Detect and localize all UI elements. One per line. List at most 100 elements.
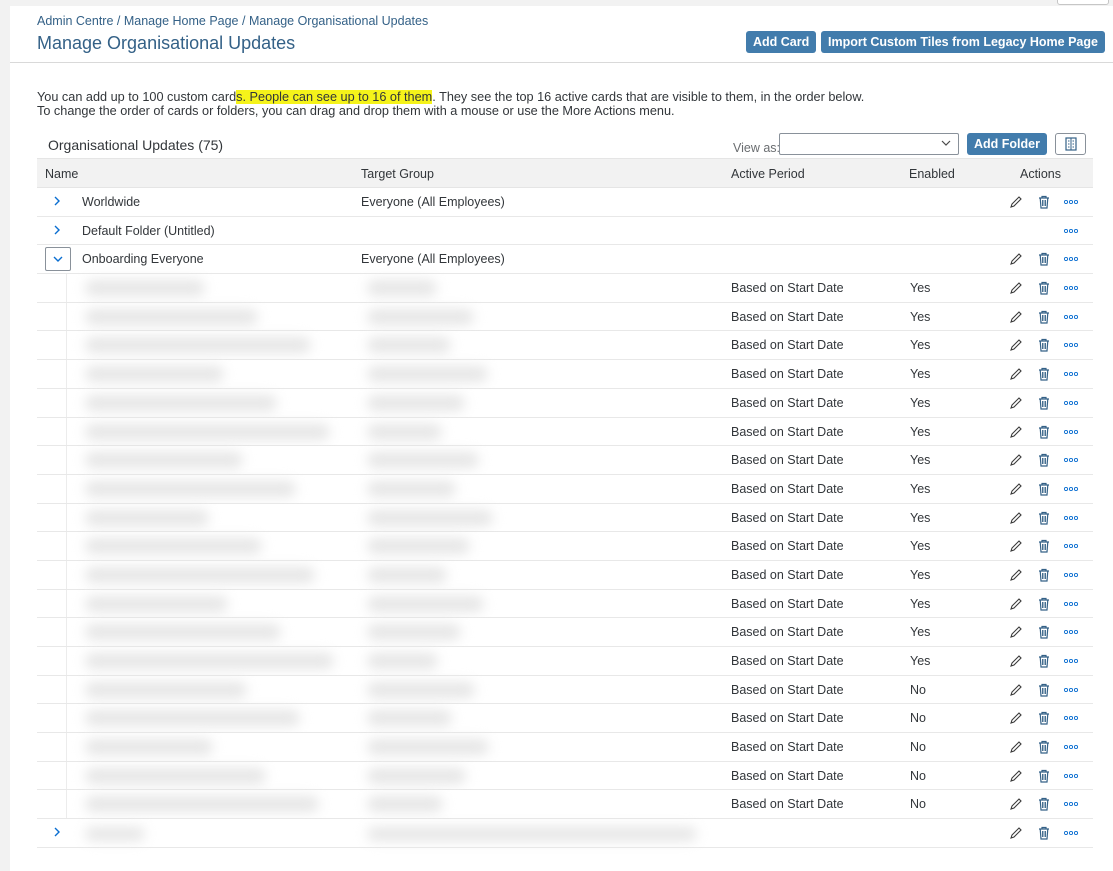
card-row[interactable]: Based on Start Date No — [37, 761, 1093, 791]
delete-icon[interactable] — [1037, 195, 1051, 209]
more-actions-icon[interactable] — [1063, 568, 1079, 582]
edit-icon[interactable] — [1009, 625, 1023, 639]
delete-icon[interactable] — [1037, 711, 1051, 725]
more-actions-icon[interactable] — [1063, 740, 1079, 754]
drag-handle-cell[interactable] — [37, 560, 67, 589]
chevron-right-icon[interactable] — [45, 190, 71, 214]
folder-row[interactable]: Onboarding Everyone Everyone (All Employe… — [37, 245, 1093, 275]
edit-icon[interactable] — [1009, 683, 1023, 697]
column-header-enabled[interactable]: Enabled — [909, 167, 955, 181]
delete-icon[interactable] — [1037, 482, 1051, 496]
card-row[interactable]: Based on Start Date Yes — [37, 331, 1093, 361]
delete-icon[interactable] — [1037, 826, 1051, 840]
more-actions-icon[interactable] — [1063, 711, 1079, 725]
edit-icon[interactable] — [1009, 711, 1023, 725]
edit-icon[interactable] — [1009, 453, 1023, 467]
breadcrumb-item-manage-home-page[interactable]: Manage Home Page — [124, 14, 239, 28]
more-actions-icon[interactable] — [1063, 310, 1079, 324]
more-actions-icon[interactable] — [1063, 625, 1079, 639]
more-actions-icon[interactable] — [1063, 482, 1079, 496]
card-row[interactable]: Based on Start Date Yes — [37, 474, 1093, 504]
delete-icon[interactable] — [1037, 654, 1051, 668]
card-row[interactable]: Based on Start Date No — [37, 790, 1093, 820]
folder-row[interactable]: Default Folder (Untitled) — [37, 216, 1093, 246]
drag-handle-cell[interactable] — [37, 302, 67, 331]
delete-icon[interactable] — [1037, 367, 1051, 381]
delete-icon[interactable] — [1037, 511, 1051, 525]
corner-button[interactable] — [1057, 0, 1109, 5]
add-folder-button[interactable]: Add Folder — [967, 133, 1047, 155]
edit-icon[interactable] — [1009, 597, 1023, 611]
card-row[interactable]: Based on Start Date Yes — [37, 560, 1093, 590]
drag-handle-cell[interactable] — [37, 647, 67, 675]
table-settings-button[interactable] — [1055, 133, 1086, 155]
more-actions-icon[interactable] — [1063, 654, 1079, 668]
drag-handle-cell[interactable] — [37, 503, 67, 532]
card-row[interactable]: Based on Start Date Yes — [37, 532, 1093, 561]
chevron-down-icon[interactable] — [45, 247, 71, 272]
delete-icon[interactable] — [1037, 683, 1051, 697]
drag-handle-cell[interactable] — [37, 474, 67, 503]
edit-icon[interactable] — [1009, 338, 1023, 352]
add-card-button[interactable]: Add Card — [746, 31, 817, 53]
edit-icon[interactable] — [1009, 310, 1023, 324]
edit-icon[interactable] — [1009, 797, 1023, 811]
chevron-right-icon[interactable] — [45, 219, 71, 243]
drag-handle-cell[interactable] — [37, 360, 67, 388]
card-row[interactable]: Based on Start Date No — [37, 733, 1093, 762]
drag-handle-cell[interactable] — [37, 388, 67, 417]
delete-icon[interactable] — [1037, 797, 1051, 812]
card-row[interactable]: Based on Start Date Yes — [37, 388, 1093, 418]
edit-icon[interactable] — [1009, 769, 1023, 783]
delete-icon[interactable] — [1037, 396, 1051, 410]
delete-icon[interactable] — [1037, 769, 1051, 783]
edit-icon[interactable] — [1009, 252, 1023, 266]
drag-handle-cell[interactable] — [37, 761, 67, 790]
drag-handle-cell[interactable] — [37, 532, 67, 560]
chevron-right-icon[interactable] — [45, 821, 71, 845]
more-actions-icon[interactable] — [1063, 281, 1079, 295]
edit-icon[interactable] — [1009, 511, 1023, 525]
drag-handle-cell[interactable] — [37, 704, 67, 733]
drag-handle-cell[interactable] — [37, 331, 67, 360]
edit-icon[interactable] — [1009, 482, 1023, 496]
more-actions-icon[interactable] — [1063, 826, 1079, 840]
more-actions-icon[interactable] — [1063, 683, 1079, 697]
more-actions-icon[interactable] — [1063, 425, 1079, 439]
drag-handle-cell[interactable] — [37, 733, 67, 761]
more-actions-icon[interactable] — [1063, 797, 1079, 811]
more-actions-icon[interactable] — [1063, 597, 1079, 611]
drag-handle-cell[interactable] — [37, 274, 67, 302]
card-row[interactable]: Based on Start Date Yes — [37, 417, 1093, 447]
column-header-name[interactable]: Name — [45, 167, 78, 181]
edit-icon[interactable] — [1009, 654, 1023, 668]
card-row[interactable]: Based on Start Date Yes — [37, 503, 1093, 533]
more-actions-icon[interactable] — [1063, 539, 1079, 553]
card-row[interactable]: Based on Start Date No — [37, 704, 1093, 734]
delete-icon[interactable] — [1037, 453, 1051, 467]
more-actions-icon[interactable] — [1063, 769, 1079, 783]
delete-icon[interactable] — [1037, 740, 1051, 754]
delete-icon[interactable] — [1037, 425, 1051, 439]
card-row[interactable]: Based on Start Date Yes — [37, 360, 1093, 389]
column-header-active-period[interactable]: Active Period — [731, 167, 805, 181]
card-row[interactable]: Based on Start Date Yes — [37, 446, 1093, 475]
more-actions-icon[interactable] — [1063, 338, 1079, 352]
card-row[interactable]: Based on Start Date Yes — [37, 274, 1093, 303]
delete-icon[interactable] — [1037, 625, 1051, 639]
edit-icon[interactable] — [1009, 568, 1023, 582]
edit-icon[interactable] — [1009, 367, 1023, 381]
drag-handle-cell[interactable] — [37, 446, 67, 474]
drag-handle-cell[interactable] — [37, 618, 67, 646]
edit-icon[interactable] — [1009, 539, 1023, 553]
breadcrumb-item-admin-centre[interactable]: Admin Centre — [37, 14, 113, 28]
folder-row[interactable] — [37, 819, 1093, 848]
drag-handle-cell[interactable] — [37, 790, 67, 819]
delete-icon[interactable] — [1037, 539, 1051, 553]
card-row[interactable]: Based on Start Date Yes — [37, 302, 1093, 332]
more-actions-icon[interactable] — [1063, 195, 1079, 209]
delete-icon[interactable] — [1037, 338, 1051, 353]
delete-icon[interactable] — [1037, 310, 1051, 324]
delete-icon[interactable] — [1037, 568, 1051, 582]
card-row[interactable]: Based on Start Date Yes — [37, 589, 1093, 619]
